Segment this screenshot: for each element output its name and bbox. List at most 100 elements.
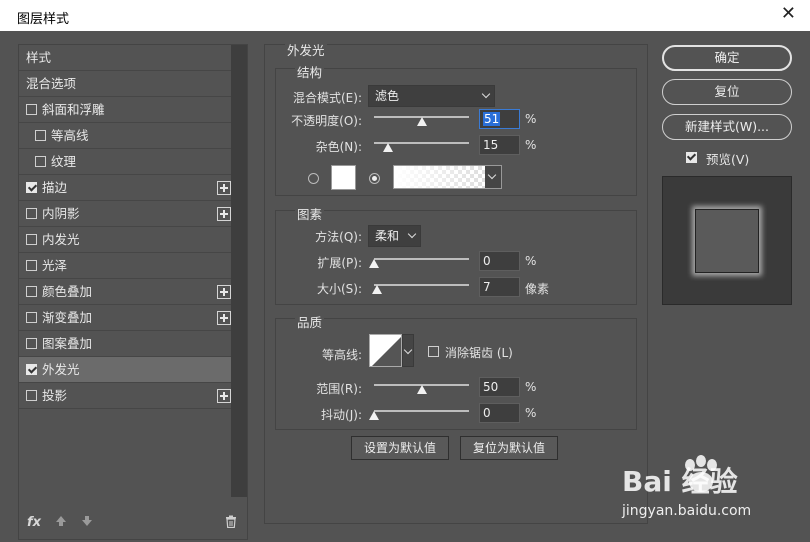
range-input[interactable]: 50 [479,377,520,397]
style-item[interactable]: 投影 [19,383,231,409]
style-checkbox[interactable] [35,130,46,141]
add-effect-icon[interactable] [217,311,231,325]
size-label: 大小(S): [316,282,362,296]
style-checkbox[interactable] [26,390,37,401]
jitter-unit: % [525,406,537,420]
style-item[interactable]: 内阴影 [19,201,231,227]
style-list-panel: 样式混合选项斜面和浮雕等高线 纹理描边内阴影内发光光泽颜色叠加渐变叠加图案叠加外发… [18,44,248,540]
style-checkbox[interactable] [26,234,37,245]
fx-button[interactable]: fx [27,515,41,530]
gradient-radio[interactable] [369,173,380,184]
range-slider-thumb[interactable] [416,385,427,394]
reset-button[interactable]: 复位 [662,79,792,105]
contour-preview-icon [372,337,401,366]
style-item-label: 渐变叠加 [42,310,93,325]
style-checkbox[interactable] [26,312,37,323]
add-effect-icon[interactable] [217,181,231,195]
technique-value: 柔和 [375,229,400,243]
add-effect-icon[interactable] [217,207,231,221]
style-checkbox[interactable] [26,182,37,193]
style-checkbox[interactable] [26,208,37,219]
jitter-slider-track[interactable] [374,410,469,412]
technique-select[interactable]: 柔和 [368,225,421,247]
style-item[interactable]: 渐变叠加 [19,305,231,331]
style-item-label: 斜面和浮雕 [42,102,105,117]
elements-group: 图素 方法(Q): 柔和 扩展(P): 0 % 大小(S): 7 像素 [275,204,637,305]
style-item-label: 颜色叠加 [42,284,93,299]
style-item-label: 投影 [42,388,68,403]
spread-input[interactable]: 0 [479,251,520,271]
style-item[interactable]: 等高线 [19,123,231,149]
style-item[interactable]: 混合选项 [19,71,231,97]
trash-icon[interactable] [225,515,237,532]
style-checkbox[interactable] [26,286,37,297]
style-item-label: 图案叠加 [42,336,93,351]
noise-input[interactable]: 15 [479,135,520,155]
style-item-label: 光泽 [42,258,68,273]
opacity-slider-thumb[interactable] [417,117,428,126]
blend-mode-select[interactable]: 滤色 [368,85,495,107]
style-item-label: 描边 [42,180,68,195]
chevron-down-icon [407,229,417,239]
spread-slider-thumb[interactable] [369,259,379,268]
watermark-url: jingyan.baidu.com [622,503,752,519]
style-item[interactable]: 颜色叠加 [19,279,231,305]
arrow-down-icon[interactable] [81,515,93,531]
antialias-checkbox[interactable] [428,346,439,357]
style-item-label: 外发光 [42,362,80,377]
contour-picker[interactable] [369,334,402,367]
glow-color-swatch[interactable] [331,165,356,190]
contour-label: 等高线: [321,348,362,362]
reset-default-button[interactable]: 复位为默认值 [460,436,558,460]
style-item[interactable]: 样式 [19,45,231,71]
opacity-label: 不透明度(O): [291,114,362,128]
ok-button[interactable]: 确定 [662,45,792,71]
jitter-slider-thumb[interactable] [369,411,379,420]
quality-group: 品质 等高线: 消除锯齿 (L) 范围(R): 50 % 抖动(J): 0 % [275,312,637,430]
style-item[interactable]: 描边 [19,175,231,201]
preview-checkbox[interactable] [686,152,697,163]
style-item[interactable]: 图案叠加 [19,331,231,357]
style-checkbox[interactable] [26,104,37,115]
style-list-scrollbar[interactable] [231,45,247,497]
make-default-button[interactable]: 设置为默认值 [351,436,449,460]
new-style-button[interactable]: 新建样式(W)... [662,114,792,140]
style-checkbox[interactable] [35,156,46,167]
range-unit: % [525,380,537,394]
style-item[interactable]: 斜面和浮雕 [19,97,231,123]
window-title: 图层样式 [17,12,70,27]
blend-mode-value: 滤色 [375,89,400,103]
style-checkbox[interactable] [26,338,37,349]
antialias-label: 消除锯齿 (L) [445,346,513,360]
range-label: 范围(R): [316,382,362,396]
preview-swatch [695,209,759,273]
size-slider-thumb[interactable] [371,285,382,294]
baidu-watermark: Bai 经验 jingyan.baidu.com [622,455,802,535]
opacity-input[interactable]: 51 [479,109,520,129]
style-item[interactable]: 外发光 [19,357,231,383]
style-item-label: 样式 [26,50,52,65]
title-bar: 图层样式 ✕ [0,0,810,31]
jitter-input[interactable]: 0 [479,403,520,423]
chevron-down-icon[interactable] [402,334,414,367]
add-effect-icon[interactable] [217,285,231,299]
add-effect-icon[interactable] [217,389,231,403]
size-slider-track[interactable] [374,284,469,286]
watermark-brand: Bai 经验 [622,465,738,498]
noise-slider-thumb[interactable] [383,143,394,152]
style-list-toolbar: fx [19,509,247,539]
spread-slider-track[interactable] [374,258,469,260]
chevron-down-icon[interactable] [485,166,501,188]
technique-label: 方法(Q): [315,230,362,244]
style-checkbox[interactable] [26,364,37,375]
gradient-picker[interactable] [393,165,502,189]
style-item[interactable]: 内发光 [19,227,231,253]
style-item[interactable]: 光泽 [19,253,231,279]
style-item[interactable]: 纹理 [19,149,231,175]
arrow-up-icon[interactable] [55,515,67,531]
style-item-label: 内发光 [42,232,80,247]
size-input[interactable]: 7 [479,277,520,297]
color-radio[interactable] [308,173,319,184]
close-icon[interactable]: ✕ [781,5,796,23]
style-checkbox[interactable] [26,260,37,271]
